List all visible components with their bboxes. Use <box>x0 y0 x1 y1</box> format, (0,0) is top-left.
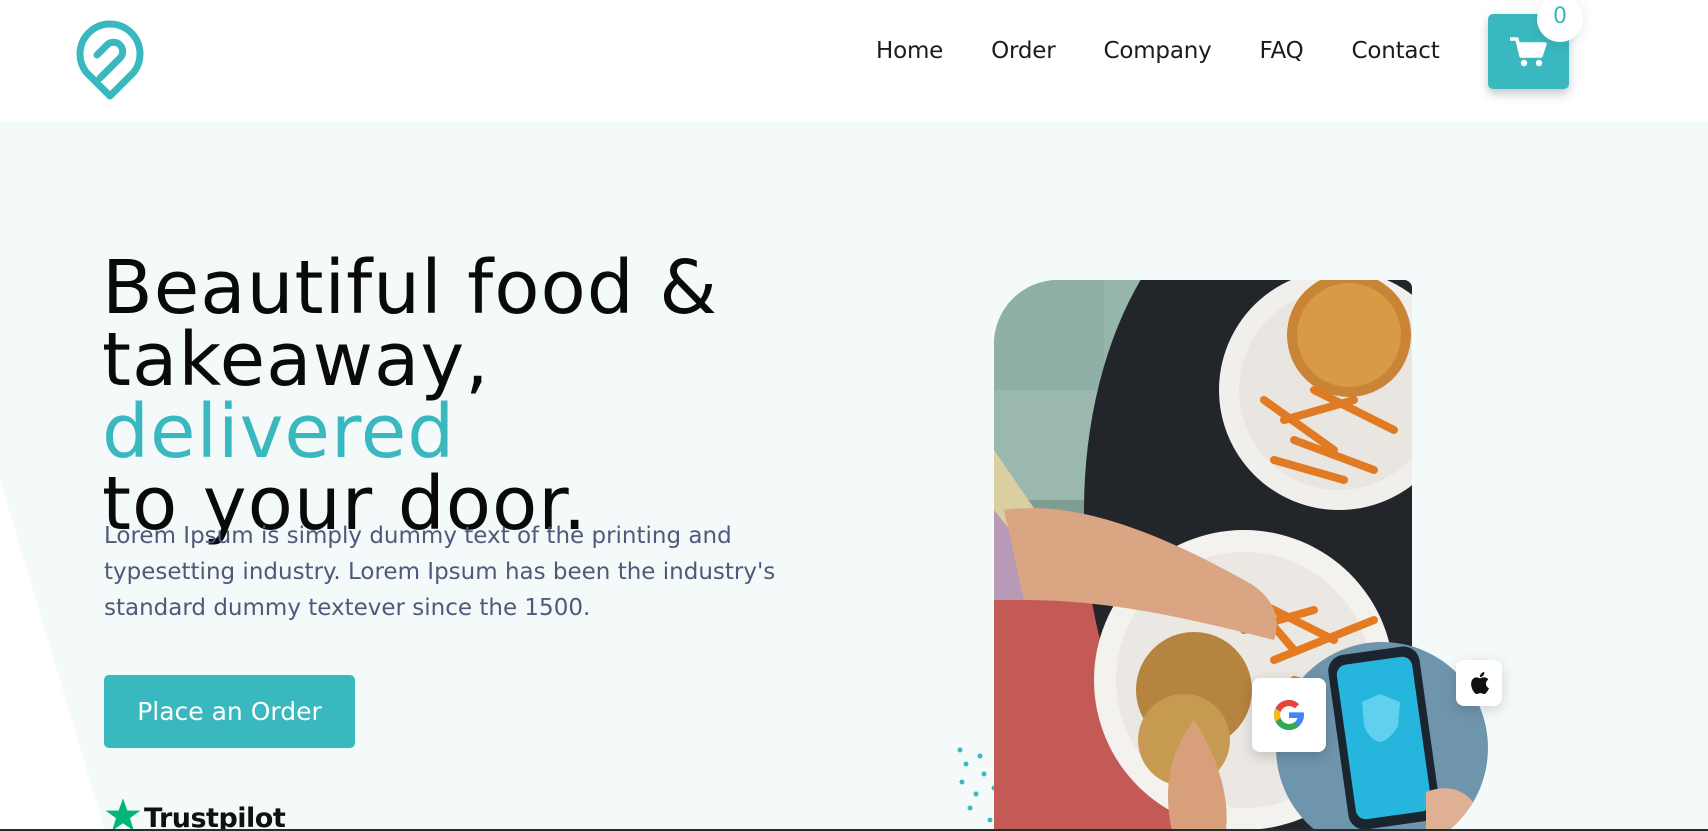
trustpilot-logo[interactable]: Trustpilot <box>104 794 286 831</box>
cart-count-badge: 0 <box>1537 0 1583 42</box>
nav-faq-link[interactable]: FAQ <box>1260 36 1304 66</box>
google-icon <box>1274 700 1304 730</box>
landing-page: Home Order Company FAQ Contact 0 Beautif… <box>0 0 1708 831</box>
nav-order-link[interactable]: Order <box>991 36 1056 66</box>
location-pin-logo-icon[interactable] <box>76 18 144 100</box>
nav-contact-link[interactable]: Contact <box>1351 36 1439 66</box>
main-nav: Home Order Company FAQ Contact <box>876 36 1440 66</box>
app-store-badge[interactable] <box>1456 660 1502 706</box>
trustpilot-star-icon <box>105 798 141 831</box>
apple-icon <box>1471 672 1489 695</box>
shopping-cart-icon <box>1509 36 1547 66</box>
hero-section: Beautiful food & takeaway, delivered to … <box>0 122 1708 831</box>
trustpilot-label: Trustpilot <box>144 803 286 831</box>
place-order-button[interactable]: Place an Order <box>104 675 355 748</box>
hero-description: Lorem Ipsum is simply dummy text of the … <box>104 523 776 621</box>
nav-company-link[interactable]: Company <box>1104 36 1212 66</box>
site-header: Home Order Company FAQ Contact 0 <box>0 0 1708 122</box>
google-play-badge[interactable] <box>1252 678 1326 752</box>
hero-title: Beautiful food & takeaway, delivered to … <box>102 251 862 541</box>
nav-home-link[interactable]: Home <box>876 36 943 66</box>
